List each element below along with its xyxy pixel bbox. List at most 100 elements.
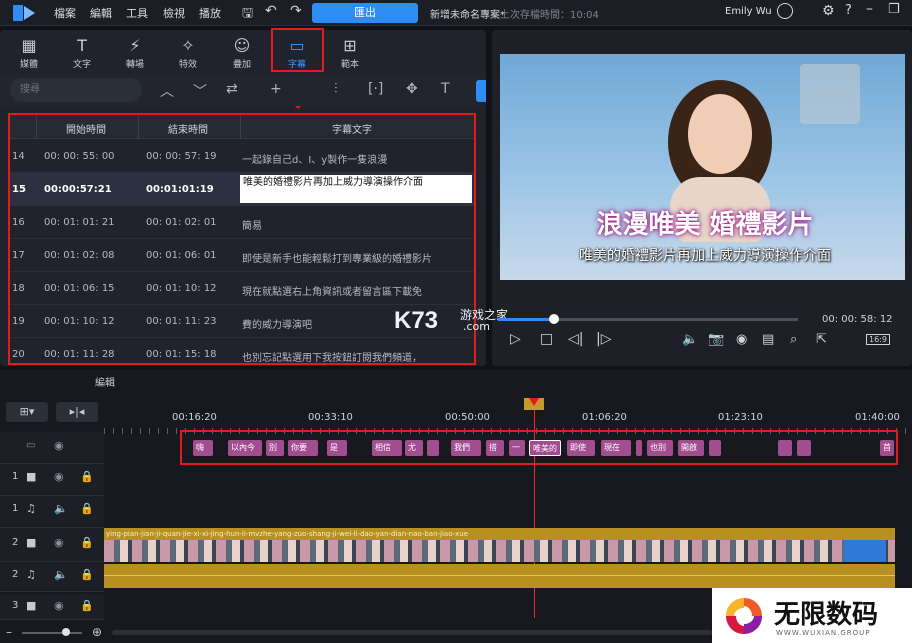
- menu-tools[interactable]: 工具: [126, 5, 148, 21]
- video-clip-thumbnails[interactable]: [104, 540, 895, 562]
- eye-icon[interactable]: ◉: [54, 470, 64, 483]
- zoom-slider-handle[interactable]: [62, 628, 70, 636]
- row-start[interactable]: 00: 01: 11: 28: [44, 349, 115, 360]
- row-start[interactable]: 00: 01: 01: 21: [44, 217, 115, 228]
- subtitle-clip[interactable]: [709, 440, 721, 456]
- replace-icon[interactable]: ⇄: [226, 81, 238, 97]
- menu-edit[interactable]: 編輯: [90, 5, 112, 21]
- move-icon[interactable]: ✥: [406, 81, 418, 97]
- zoom-out-icon[interactable]: –: [6, 625, 12, 639]
- row-text[interactable]: 費的威力導演吧: [242, 316, 312, 331]
- help-icon[interactable]: ?: [845, 3, 852, 18]
- audio-clip[interactable]: [104, 564, 895, 588]
- stop-icon[interactable]: □: [540, 331, 553, 347]
- text-format-icon[interactable]: T: [441, 81, 450, 97]
- fit-timeline-button[interactable]: ▸|◂: [56, 402, 98, 422]
- table-row-selected[interactable]: 15 00:00:57:21 00:01:01:19 唯美的婚禮影片再加上威力導…: [10, 173, 474, 206]
- row-start[interactable]: 00: 01: 02: 08: [44, 250, 115, 261]
- eye-icon[interactable]: ◉: [54, 599, 64, 612]
- subtitle-clip[interactable]: 搭: [486, 440, 504, 456]
- row-start[interactable]: 00: 00: 55: 00: [44, 151, 115, 162]
- lock-icon[interactable]: 🔒: [80, 599, 94, 612]
- subtitle-clip[interactable]: 相信: [372, 440, 402, 456]
- row-end[interactable]: 00: 00: 57: 19: [146, 151, 217, 162]
- play-icon[interactable]: ▷: [510, 331, 521, 347]
- row-end[interactable]: 00: 01: 15: 18: [146, 349, 217, 360]
- save-icon[interactable]: 🖫: [242, 4, 253, 26]
- subtitle-clip-selected[interactable]: 唯美的: [529, 440, 561, 456]
- panel-toggle-button[interactable]: [476, 80, 486, 102]
- subtitle-clip[interactable]: 以內今: [228, 440, 262, 456]
- add-icon[interactable]: +: [270, 81, 282, 97]
- chevron-up-icon[interactable]: ︿: [160, 81, 174, 101]
- zoom-slider[interactable]: [22, 632, 82, 634]
- video-clip-title[interactable]: ying-pian-jian-ji-quan-jie-xi-xi-jing-hu…: [104, 528, 895, 540]
- aspect-ratio-button[interactable]: 16:9: [866, 334, 890, 345]
- subtitle-clip[interactable]: 嗨: [193, 440, 213, 456]
- undock-icon[interactable]: ⇱: [816, 332, 827, 347]
- video-preview[interactable]: 浪漫唯美 婚禮影片 唯美的婚禮影片再加上威力導演操作介面: [500, 54, 905, 280]
- row-start[interactable]: 00:00:57:21: [44, 184, 112, 195]
- row-text[interactable]: 簡易: [242, 217, 262, 232]
- tab-text[interactable]: T 文字: [56, 36, 108, 72]
- tab-transition[interactable]: ⚡ 轉場: [109, 36, 161, 72]
- next-frame-icon[interactable]: |▷: [596, 331, 611, 347]
- subtitle-edit-field[interactable]: 唯美的婚禮影片再加上威力導演操作介面: [240, 175, 472, 203]
- scrubber-handle[interactable]: [549, 314, 559, 324]
- row-text[interactable]: 現在就點選右上角資訊或者留言區下載免: [242, 283, 422, 298]
- row-end[interactable]: 00:01:01:19: [146, 184, 214, 195]
- prev-frame-icon[interactable]: ◁|: [568, 331, 583, 347]
- user-name[interactable]: Emily Wu: [725, 6, 772, 17]
- table-row[interactable]: 17 00: 01: 02: 08 00: 01: 06: 01 即使是新手也能…: [10, 239, 474, 272]
- subtitle-clip[interactable]: 現在: [601, 440, 631, 456]
- row-end[interactable]: 00: 01: 02: 01: [146, 217, 217, 228]
- subtitle-clip[interactable]: 也別: [647, 440, 673, 456]
- lock-icon[interactable]: 🔒: [80, 470, 94, 483]
- subtitle-clip[interactable]: 首: [880, 440, 894, 456]
- chevron-down-icon[interactable]: ﹀: [193, 81, 207, 101]
- row-end[interactable]: 00: 01: 11: 23: [146, 316, 217, 327]
- subtitle-clip[interactable]: [778, 440, 792, 456]
- settings-gear-icon[interactable]: ⚙: [822, 3, 835, 19]
- row-text[interactable]: 一起錄自己d、I、y製作一隻浪漫: [242, 151, 387, 166]
- lock-icon[interactable]: 🔒: [80, 568, 94, 581]
- lock-icon[interactable]: 🔒: [80, 502, 94, 515]
- menu-file[interactable]: 檔案: [54, 5, 76, 21]
- undo-icon[interactable]: ↶: [265, 3, 277, 19]
- tab-effects[interactable]: ✧ 特效: [162, 36, 214, 72]
- snapshot-icon[interactable]: 📷: [708, 332, 724, 347]
- row-end[interactable]: 00: 01: 10: 12: [146, 283, 217, 294]
- table-row[interactable]: 16 00: 01: 01: 21 00: 01: 02: 01 簡易: [10, 206, 474, 239]
- row-text[interactable]: 也別忘記點選用下我按鈕訂閱我們頻道，: [242, 349, 422, 363]
- redo-icon[interactable]: ↷: [290, 3, 302, 19]
- subtitle-toggle-icon[interactable]: ▤: [762, 332, 774, 347]
- subtitle-clip[interactable]: 一: [509, 440, 525, 456]
- volume-icon[interactable]: 🔈: [682, 332, 698, 347]
- table-row[interactable]: 18 00: 01: 06: 15 00: 01: 10: 12 現在就點選右上…: [10, 272, 474, 305]
- restore-icon[interactable]: ❐: [888, 2, 900, 17]
- subtitle-clip[interactable]: [427, 440, 439, 456]
- row-text[interactable]: 即使是新手也能輕鬆打到專業級的婚禮影片: [242, 250, 432, 265]
- subtitle-clip[interactable]: 你要: [288, 440, 318, 456]
- row-start[interactable]: 00: 01: 10: 12: [44, 316, 115, 327]
- subtitle-clip[interactable]: 即使: [567, 440, 595, 456]
- avatar-icon[interactable]: [777, 3, 793, 19]
- export-button[interactable]: 匯出: [312, 3, 418, 23]
- eye-icon[interactable]: ◉: [54, 439, 64, 452]
- timeline-scrollbar[interactable]: [112, 630, 712, 635]
- table-row[interactable]: 20 00: 01: 11: 28 00: 01: 15: 18 也別忘記點選用…: [10, 338, 474, 363]
- tab-media[interactable]: ▦ 媒體: [3, 36, 55, 72]
- subtitle-clip[interactable]: 尤: [405, 440, 423, 456]
- preview-quality-icon[interactable]: ◉: [736, 332, 747, 347]
- zoom-in-icon[interactable]: ⊕: [92, 625, 102, 639]
- merge-icon[interactable]: [·]: [368, 81, 383, 97]
- split-icon[interactable]: ⫶: [334, 81, 338, 97]
- zoom-icon[interactable]: ⌕: [790, 332, 797, 347]
- menu-play[interactable]: 播放: [199, 5, 221, 21]
- subtitle-clip[interactable]: 我們: [451, 440, 481, 456]
- tab-template[interactable]: ⊞ 範本: [324, 36, 376, 72]
- search-input[interactable]: 搜尋: [10, 78, 142, 102]
- menu-view[interactable]: 檢視: [163, 5, 185, 21]
- track-manager-button[interactable]: ⊞▾: [6, 402, 48, 422]
- tab-overlay[interactable]: ☺ 疊加: [216, 36, 268, 72]
